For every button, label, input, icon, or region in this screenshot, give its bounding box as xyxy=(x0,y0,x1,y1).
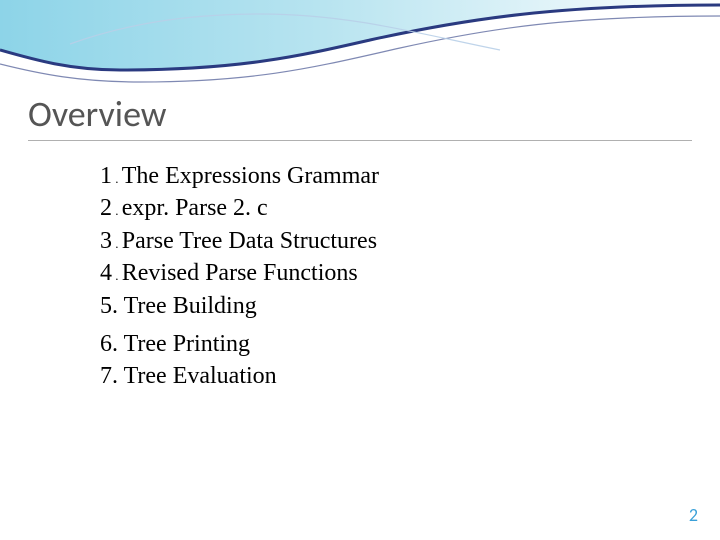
item-dot: . xyxy=(112,293,124,319)
list-item: 1 . The Expressions Grammar xyxy=(100,160,379,192)
item-number: 7 xyxy=(100,363,112,389)
item-number: 1 xyxy=(100,163,112,189)
page-number: 2 xyxy=(689,504,698,526)
item-number: 4 xyxy=(100,260,112,286)
item-text: The Expressions Grammar xyxy=(122,163,379,189)
slide-title: Overview xyxy=(28,92,167,136)
list-item: 3 . Parse Tree Data Structures xyxy=(100,225,379,257)
item-number: 6 xyxy=(100,331,112,357)
item-text: Tree Printing xyxy=(124,331,250,357)
header-banner xyxy=(0,0,720,95)
list-item: 5. Tree Building xyxy=(100,290,379,322)
overview-list: 1 . The Expressions Grammar 2 . expr. Pa… xyxy=(100,160,379,393)
item-text: Revised Parse Functions xyxy=(122,260,358,286)
item-number: 3 xyxy=(100,228,112,254)
list-item: 4 . Revised Parse Functions xyxy=(100,257,379,289)
item-dot: . xyxy=(112,331,124,357)
item-dot: . xyxy=(112,363,124,389)
item-number: 2 xyxy=(100,195,112,221)
list-item: 7. Tree Evaluation xyxy=(100,360,379,392)
list-item: 6. Tree Printing xyxy=(100,328,379,360)
item-text: Tree Evaluation xyxy=(124,363,277,389)
item-number: 5 xyxy=(100,293,112,319)
item-dot: . xyxy=(112,171,122,186)
item-text: Parse Tree Data Structures xyxy=(122,228,377,254)
item-text: expr. Parse 2. c xyxy=(122,195,268,221)
title-underline xyxy=(28,140,692,141)
item-dot: . xyxy=(112,203,122,218)
item-dot: . xyxy=(112,268,122,283)
item-text: Tree Building xyxy=(124,293,257,319)
item-dot: . xyxy=(112,236,122,251)
list-item: 2 . expr. Parse 2. c xyxy=(100,192,379,224)
